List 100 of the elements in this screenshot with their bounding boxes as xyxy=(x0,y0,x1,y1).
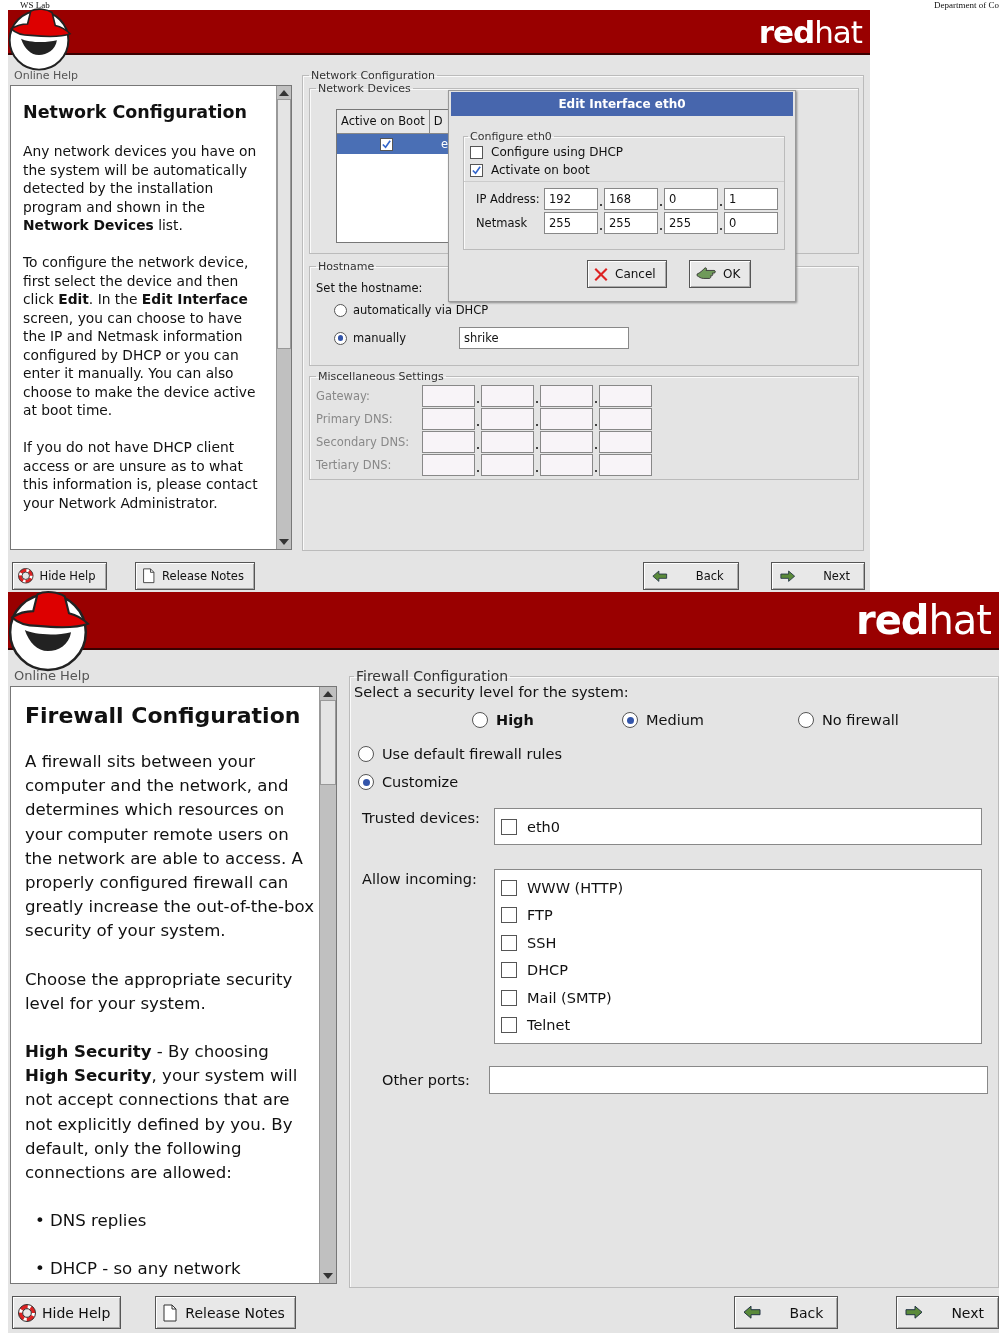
octet-field[interactable]: 255 xyxy=(604,212,658,234)
up-arrow-icon[interactable] xyxy=(322,690,334,698)
octet-field[interactable]: 255 xyxy=(664,212,718,234)
radio-button[interactable] xyxy=(798,712,814,728)
help-bullet: • DNS replies xyxy=(34,1210,148,1233)
table-cell-text: e xyxy=(440,137,449,151)
group-legend: Network Configuration xyxy=(309,69,438,82)
checkbox-label[interactable]: Configure using DHCP xyxy=(491,145,624,159)
octet-field xyxy=(599,431,652,453)
ok-button[interactable]: OK xyxy=(689,260,752,288)
hand-icon xyxy=(695,266,717,282)
help-paragraph: If you do not have DHCP client access or are unsure as to what this information is, please contact your Network Administrator. xyxy=(23,438,259,512)
radio-label[interactable]: Customize xyxy=(382,774,459,790)
radio-label[interactable]: manually xyxy=(353,331,453,345)
checkbox-label[interactable]: FTP xyxy=(527,907,553,924)
help-paragraph: A firewall sits between your computer and the network, and determines which resources on your computer remote users on the network are able to access. A properly configured firewall can greatly increase the out-of-the-box security of your system. xyxy=(25,751,315,943)
checkbox-label[interactable]: Telnet xyxy=(527,1017,571,1034)
octet-field xyxy=(540,431,593,453)
release-notes-button[interactable]: Release Notes xyxy=(155,1296,296,1329)
field-label: Allow incoming: xyxy=(361,870,478,888)
radio-button[interactable] xyxy=(622,712,638,728)
radio-label[interactable]: automatically via DHCP xyxy=(353,303,489,317)
radio-label[interactable]: High xyxy=(496,712,534,728)
octet-field xyxy=(422,454,475,476)
checkbox[interactable] xyxy=(501,818,517,835)
next-button[interactable]: Next xyxy=(770,562,865,590)
radio-label[interactable]: Use default firewall rules xyxy=(382,746,563,762)
hide-help-button[interactable]: Hide Help xyxy=(12,1296,122,1329)
other-ports-field[interactable] xyxy=(489,1065,988,1094)
checkbox[interactable] xyxy=(379,137,393,151)
checkbox[interactable] xyxy=(470,163,483,177)
radio-label[interactable]: Medium xyxy=(646,712,704,728)
cancel-button[interactable]: Cancel xyxy=(587,260,667,288)
checkbox-label[interactable]: eth0 xyxy=(527,818,561,835)
checkbox[interactable] xyxy=(501,1017,517,1034)
field-label: Other ports: xyxy=(381,1070,471,1088)
field-label: Netmask xyxy=(475,216,529,230)
back-button[interactable]: Back xyxy=(643,562,739,590)
scrollbar[interactable] xyxy=(276,86,291,549)
octet-field xyxy=(422,408,475,430)
field-label: Secondary DNS: xyxy=(316,435,411,449)
checkbox[interactable] xyxy=(501,962,517,979)
scrollbar-thumb[interactable] xyxy=(277,99,291,349)
next-button[interactable]: Next xyxy=(896,1296,999,1329)
column-header[interactable]: Active on Boot xyxy=(337,110,430,133)
checkbox[interactable] xyxy=(470,145,483,159)
octet-field[interactable]: 192 xyxy=(544,188,598,210)
document-icon xyxy=(140,568,157,584)
right-arrow-icon xyxy=(779,569,796,583)
octet-field xyxy=(422,431,475,453)
octet-field xyxy=(422,385,475,407)
radio-button[interactable] xyxy=(358,774,374,790)
octet-field xyxy=(481,408,534,430)
radio-button[interactable] xyxy=(334,303,347,317)
octet-field[interactable]: 255 xyxy=(544,212,598,234)
radio-button[interactable] xyxy=(472,712,488,728)
help-paragraph: Choose the appropriate security level for your system. xyxy=(25,968,294,1015)
checkbox-label[interactable]: Activate on boot xyxy=(491,163,590,177)
checkbox-label[interactable]: SSH xyxy=(527,934,557,951)
help-bullet: • DHCP - so any network xyxy=(34,1258,242,1281)
scrollbar-thumb[interactable] xyxy=(320,700,336,785)
down-arrow-icon[interactable] xyxy=(278,538,290,546)
release-notes-button[interactable]: Release Notes xyxy=(134,562,255,590)
scrollbar[interactable] xyxy=(319,687,336,1283)
help-title: Network Configuration xyxy=(23,102,248,122)
checkbox-label[interactable]: Mail (SMTP) xyxy=(527,989,612,1006)
hostname-field[interactable]: shrike xyxy=(459,327,629,349)
checkbox[interactable] xyxy=(501,989,517,1006)
up-arrow-icon[interactable] xyxy=(278,89,290,97)
checkbox[interactable] xyxy=(501,907,517,924)
radio-button[interactable] xyxy=(358,746,374,762)
column-header[interactable]: D xyxy=(429,110,447,133)
down-arrow-icon[interactable] xyxy=(322,1272,334,1280)
checkbox[interactable] xyxy=(501,880,517,897)
checkbox-label[interactable]: DHCP xyxy=(527,962,568,979)
octet-field xyxy=(599,385,652,407)
octet-field xyxy=(599,408,652,430)
lifebuoy-icon xyxy=(18,1303,36,1322)
octet-field xyxy=(481,454,534,476)
left-arrow-icon xyxy=(652,569,668,583)
online-help-label: Online Help xyxy=(14,668,91,683)
radio-button[interactable] xyxy=(334,331,347,345)
right-arrow-icon xyxy=(905,1305,924,1320)
help-paragraph: Any network devices you have on the system will be automatically detected by the installation program and shown in the Network Devices list. xyxy=(23,142,258,235)
octet-field xyxy=(599,454,652,476)
field-label: Trusted devices: xyxy=(361,809,481,826)
octet-field[interactable]: 0 xyxy=(664,188,718,210)
hide-help-button[interactable]: Hide Help xyxy=(12,562,107,590)
octet-field[interactable]: 168 xyxy=(604,188,658,210)
field-label: IP Address: xyxy=(475,192,541,206)
group-legend: Miscellaneous Settings xyxy=(316,370,446,383)
back-button[interactable]: Back xyxy=(734,1296,839,1329)
octet-field[interactable]: 0 xyxy=(724,212,778,234)
document-header-text: Department of Co xyxy=(934,0,999,10)
checkbox-label[interactable]: WWW (HTTP) xyxy=(527,880,624,897)
octet-field[interactable]: 1 xyxy=(724,188,778,210)
group-legend: Network Devices xyxy=(316,82,413,95)
device-row[interactable]: e xyxy=(337,134,451,154)
radio-label[interactable]: No firewall xyxy=(822,712,899,728)
checkbox[interactable] xyxy=(501,934,517,951)
